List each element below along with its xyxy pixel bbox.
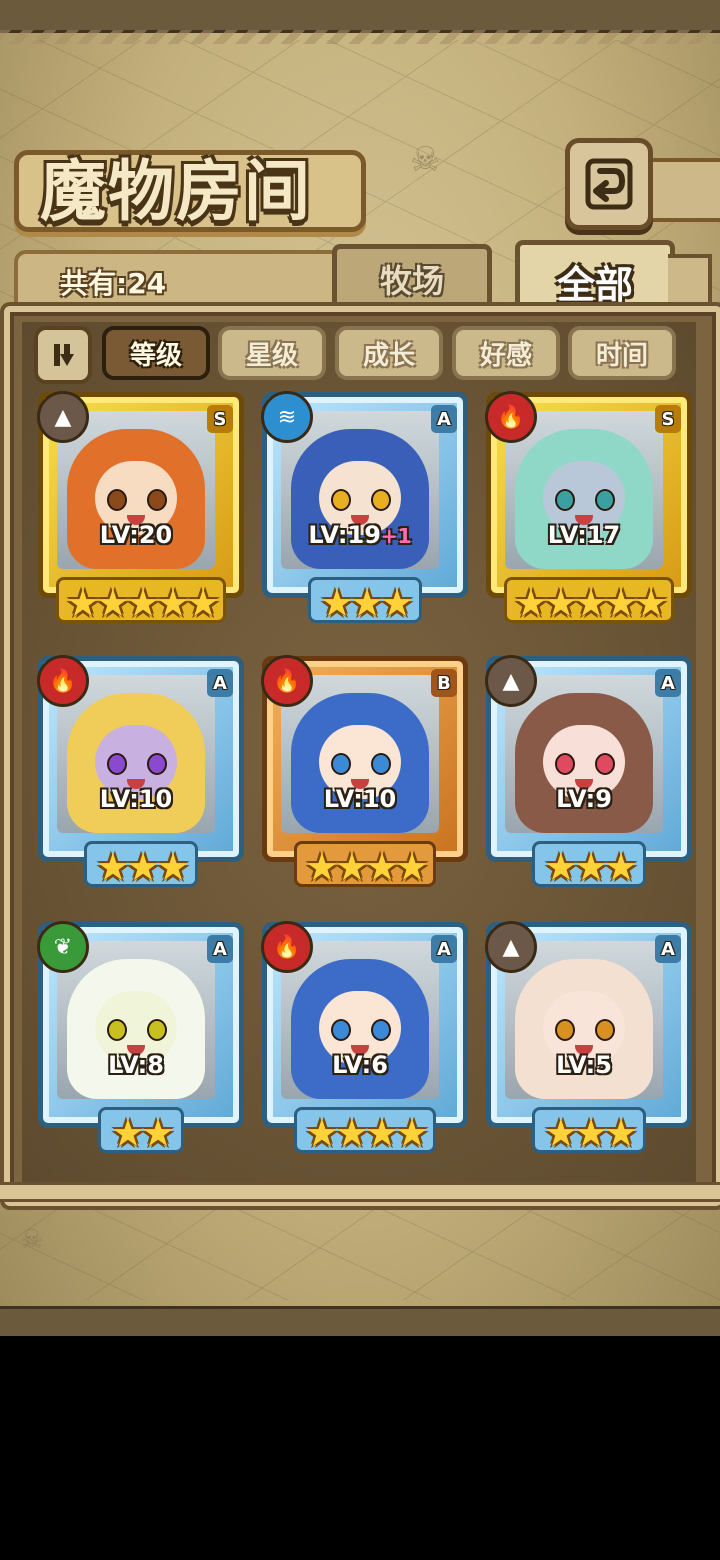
monster-level: LV:6 — [281, 1051, 439, 1079]
back-button[interactable] — [565, 138, 653, 230]
sort-order-icon — [54, 344, 74, 366]
monster-card[interactable]: LV:9 A ▲ ★★★ — [485, 655, 692, 887]
level-text: LV:5 — [556, 1051, 612, 1079]
monster-card[interactable]: LV:20 S ▲ ★★★★★ — [37, 391, 244, 623]
fire-icon: 🔥 — [37, 655, 89, 707]
level-text: LV:8 — [108, 1051, 164, 1079]
monster-eye — [371, 1019, 391, 1041]
monster-eye — [371, 489, 391, 511]
monster-eye — [331, 753, 351, 775]
leaf-icon: ❦ — [37, 921, 89, 973]
rank-badge: A — [431, 935, 457, 963]
monster-eye — [595, 1019, 615, 1041]
star-rating: ★★★ — [319, 581, 414, 625]
star-rating: ★★★★ — [304, 1111, 429, 1155]
star-rating: ★★ — [110, 1111, 175, 1155]
level-text: LV:19 — [308, 521, 381, 549]
monster-card[interactable]: LV:19+1 A ≋ ★★★ — [261, 391, 468, 623]
monster-eye — [331, 1019, 351, 1041]
earth-icon: ▲ — [485, 921, 537, 973]
bottom-border — [0, 1306, 720, 1336]
fire-icon: 🔥 — [485, 391, 537, 443]
sort-order-toggle[interactable] — [34, 326, 92, 384]
back-button-extension — [643, 158, 720, 222]
monster-eye — [147, 1019, 167, 1041]
star-rating: ★★★ — [543, 1111, 638, 1155]
monster-eye — [555, 489, 575, 511]
rank-badge: S — [207, 405, 233, 433]
rank-badge: S — [655, 405, 681, 433]
monster-count: 共有:24 — [60, 267, 167, 300]
level-text: LV:10 — [99, 785, 173, 813]
sort-by-level-button[interactable]: 等级 — [102, 326, 210, 380]
monster-eye — [595, 489, 615, 511]
level-text: LV:9 — [556, 785, 612, 813]
star-rating: ★★★★ — [304, 845, 429, 889]
level-text: LV:20 — [99, 521, 173, 549]
monster-eye — [555, 1019, 575, 1041]
sort-by-growth-button[interactable]: 成长 — [335, 326, 443, 380]
monster-card[interactable]: LV:17 S 🔥 ★★★★★ — [485, 391, 692, 623]
rank-badge: A — [655, 669, 681, 697]
monster-level: LV:19+1 — [281, 521, 439, 549]
monster-eye — [371, 753, 391, 775]
monster-eye — [595, 753, 615, 775]
monster-card[interactable]: LV:10 B 🔥 ★★★★ — [261, 655, 468, 887]
tab-ranch[interactable]: 牧场 — [332, 244, 492, 309]
sort-by-time-button[interactable]: 时间 — [568, 326, 676, 380]
monster-level: LV:9 — [505, 785, 663, 813]
star-rating: ★★★ — [95, 845, 190, 889]
earth-icon: ▲ — [485, 655, 537, 707]
rank-badge: A — [207, 669, 233, 697]
monster-level: LV:5 — [505, 1051, 663, 1079]
page-title: 魔物房间 — [40, 152, 312, 230]
sort-by-star-button[interactable]: 星级 — [218, 326, 326, 380]
monster-card[interactable]: LV:10 A 🔥 ★★★ — [37, 655, 244, 887]
sort-by-affection-button[interactable]: 好感 — [452, 326, 560, 380]
earth-icon: ▲ — [37, 391, 89, 443]
level-text: LV:17 — [547, 521, 621, 549]
level-text: LV:6 — [332, 1051, 388, 1079]
monster-level: LV:10 — [281, 785, 439, 813]
monster-eye — [147, 753, 167, 775]
water-icon: ≋ — [261, 391, 313, 443]
rank-badge: A — [207, 935, 233, 963]
monster-eye — [107, 489, 127, 511]
monster-card[interactable]: LV:8 A ❦ ★★ — [37, 921, 244, 1153]
return-arrow-icon — [585, 158, 633, 210]
monster-eye — [147, 489, 167, 511]
monster-card[interactable]: LV:6 A 🔥 ★★★★ — [261, 921, 468, 1153]
monster-eye — [555, 753, 575, 775]
monster-level: LV:10 — [57, 785, 215, 813]
skull-crossbones-icon: ☠ — [20, 1225, 44, 1255]
level-text: LV:10 — [323, 785, 397, 813]
panel-bottom-border — [0, 1182, 720, 1202]
monster-level: LV:20 — [57, 521, 215, 549]
monster-card[interactable]: LV:5 A ▲ ★★★ — [485, 921, 692, 1153]
monster-eye — [107, 1019, 127, 1041]
star-rating: ★★★★★ — [65, 581, 220, 625]
rank-badge: B — [431, 669, 457, 697]
monster-eye — [107, 753, 127, 775]
star-rating: ★★★ — [543, 845, 638, 889]
monster-eye — [331, 489, 351, 511]
fire-icon: 🔥 — [261, 921, 313, 973]
monster-level: LV:17 — [505, 521, 663, 549]
rank-badge: A — [431, 405, 457, 433]
rank-badge: A — [655, 935, 681, 963]
top-border — [0, 0, 720, 33]
game-screen: ☠ ☠ 魔物房间 共有:24 牧场 全部 等级 星级 成长 好感 时间 LV:2… — [0, 0, 720, 1336]
skull-crossbones-icon: ☠ — [410, 140, 441, 180]
level-bonus: +1 — [380, 524, 412, 548]
tab-decoration — [668, 254, 712, 314]
monster-level: LV:8 — [57, 1051, 215, 1079]
fire-icon: 🔥 — [261, 655, 313, 707]
star-rating: ★★★★★ — [513, 581, 668, 625]
